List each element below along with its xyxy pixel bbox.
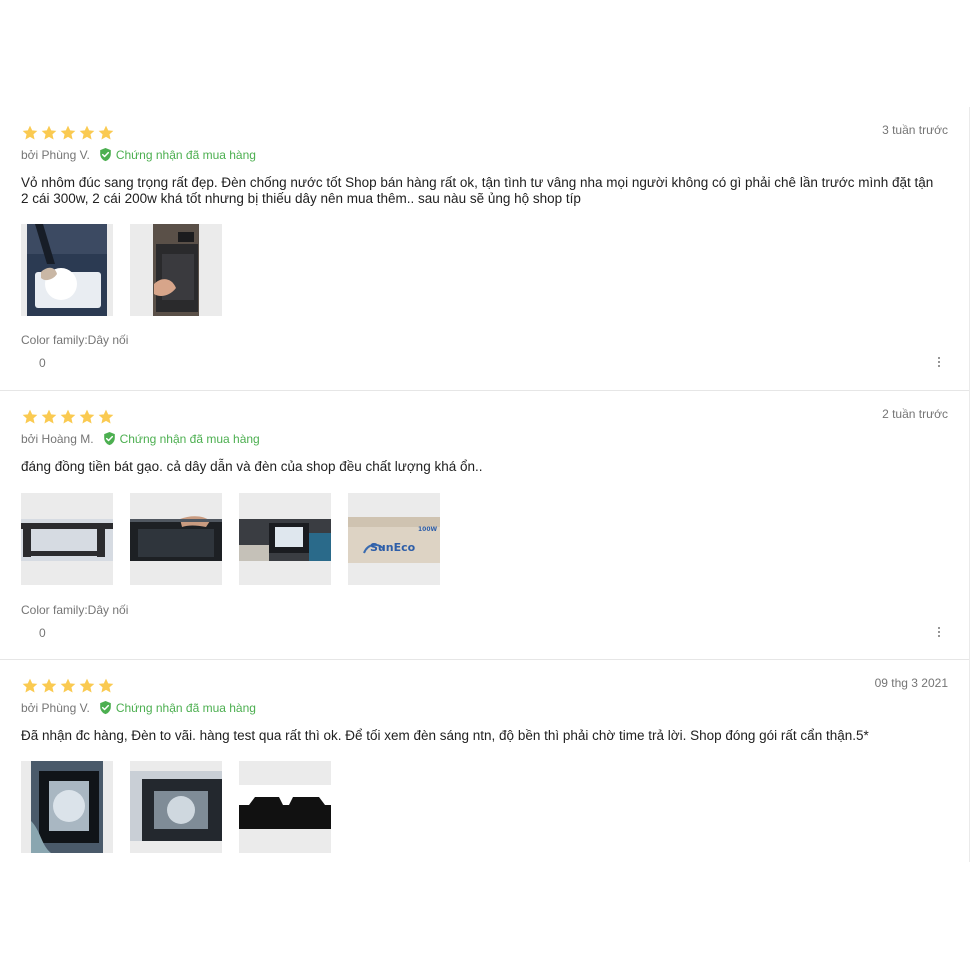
review-image-thumbnail[interactable] <box>21 224 113 316</box>
verified-shield-icon <box>102 431 117 446</box>
star-icon <box>21 677 39 695</box>
review-byline: bởi Hoàng M. Chứng nhận đã mua hàng <box>21 431 260 446</box>
review-date: 2 tuần trước <box>882 407 948 421</box>
star-icon <box>78 408 96 426</box>
star-rating <box>21 677 115 695</box>
star-rating <box>21 124 115 142</box>
star-icon <box>40 124 58 142</box>
star-icon <box>97 677 115 695</box>
review-images: SunEco 100W <box>21 493 440 585</box>
review-image-thumbnail[interactable]: SunEco 100W <box>348 493 440 585</box>
more-options-icon[interactable] <box>935 357 943 367</box>
review-image-thumbnail[interactable] <box>130 761 222 853</box>
star-icon <box>21 124 39 142</box>
review-item: 3 tuần trước bởi Phùng V. Chứng nhận đã … <box>0 107 969 390</box>
review-content: Đã nhận đc hàng, Đèn to vãi. hàng test q… <box>21 728 869 743</box>
review-author: bởi Hoàng M. <box>21 431 94 446</box>
review-image-thumbnail[interactable] <box>21 493 113 585</box>
review-byline: bởi Phùng V. Chứng nhận đã mua hàng <box>21 700 256 715</box>
like-count[interactable]: 0 <box>39 356 46 370</box>
star-icon <box>40 677 58 695</box>
star-icon <box>59 124 77 142</box>
verified-label: Chứng nhận đã mua hàng <box>115 147 256 162</box>
star-icon <box>59 408 77 426</box>
verified-purchase-badge: Chứng nhận đã mua hàng <box>98 700 256 715</box>
verified-label: Chứng nhận đã mua hàng <box>115 700 256 715</box>
reviews-list: 3 tuần trước bởi Phùng V. Chứng nhận đã … <box>0 107 970 862</box>
review-item: 2 tuần trước bởi Hoàng M. Chứng nhận đã … <box>0 390 969 659</box>
verified-purchase-badge: Chứng nhận đã mua hàng <box>102 431 260 446</box>
review-date: 3 tuần trước <box>882 123 948 137</box>
verified-shield-icon <box>98 147 113 162</box>
star-icon <box>78 124 96 142</box>
review-image-thumbnail[interactable] <box>239 761 331 853</box>
review-author: bởi Phùng V. <box>21 700 90 715</box>
review-images <box>21 761 331 853</box>
review-item: 09 thg 3 2021 bởi Phùng V. Chứng nhận đã… <box>0 659 969 862</box>
review-image-thumbnail[interactable] <box>130 493 222 585</box>
review-sku: Color family:Dây nối <box>21 603 129 617</box>
review-content: đáng đồng tiền bát gạo. cả dây dẫn và đè… <box>21 459 483 474</box>
review-images <box>21 224 222 316</box>
star-icon <box>59 677 77 695</box>
box-brand-label: SunEco <box>370 541 416 554</box>
review-date: 09 thg 3 2021 <box>874 676 948 690</box>
star-icon <box>21 408 39 426</box>
like-count[interactable]: 0 <box>39 626 46 640</box>
star-icon <box>40 408 58 426</box>
star-icon <box>97 124 115 142</box>
review-author: bởi Phùng V. <box>21 147 90 162</box>
verified-shield-icon <box>98 700 113 715</box>
box-watt-label: 100W <box>418 526 438 533</box>
more-options-icon[interactable] <box>935 627 943 637</box>
review-content: Vỏ nhôm đúc sang trọng rất đẹp. Đèn chốn… <box>21 175 934 206</box>
verified-purchase-badge: Chứng nhận đã mua hàng <box>98 147 256 162</box>
review-image-thumbnail[interactable] <box>239 493 331 585</box>
star-icon <box>78 677 96 695</box>
review-byline: bởi Phùng V. Chứng nhận đã mua hàng <box>21 147 256 162</box>
review-image-thumbnail[interactable] <box>21 761 113 853</box>
verified-label: Chứng nhận đã mua hàng <box>119 431 260 446</box>
review-image-thumbnail[interactable] <box>130 224 222 316</box>
star-icon <box>97 408 115 426</box>
star-rating <box>21 408 115 426</box>
review-sku: Color family:Dây nối <box>21 333 129 347</box>
